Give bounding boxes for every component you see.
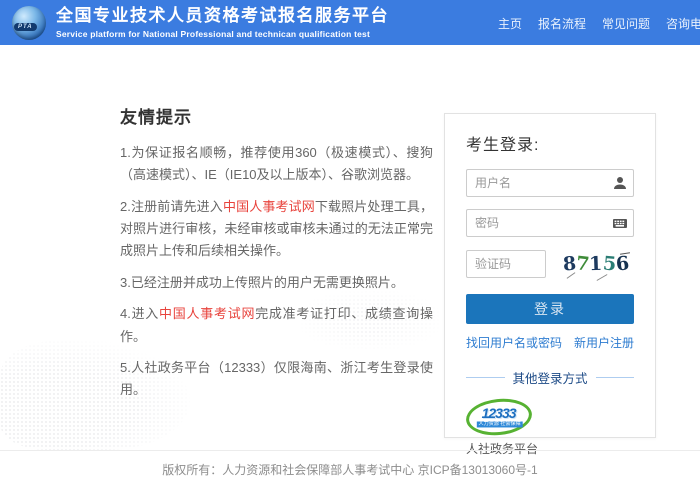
nav-home[interactable]: 主页 bbox=[498, 15, 522, 32]
captcha-noise bbox=[597, 274, 608, 281]
tip-text: 1.为保证报名顺畅，推荐使用360（极速模式）、搜狗（高速模式）、IE（IE10… bbox=[120, 145, 433, 182]
tip-item-1: 1.为保证报名顺畅，推荐使用360（极速模式）、搜狗（高速模式）、IE（IE10… bbox=[120, 142, 433, 187]
password-field-wrap bbox=[466, 209, 634, 237]
login-button[interactable]: 登录 bbox=[466, 294, 634, 324]
captcha-image[interactable]: 8 7 1 5 6 bbox=[558, 249, 634, 279]
username-input[interactable] bbox=[466, 169, 634, 197]
captcha-row: 8 7 1 5 6 bbox=[466, 249, 634, 279]
captcha-digit: 6 bbox=[615, 254, 630, 274]
page-subtitle: Service platform for National Profession… bbox=[56, 29, 389, 39]
tip-item-4: 4.进入中国人事考试网完成准考证打印、成绩查询操作。 bbox=[120, 303, 433, 348]
tip-text: 4.进入 bbox=[120, 306, 159, 321]
tip-item-3: 3.已经注册并成功上传照片的用户无需更换照片。 bbox=[120, 272, 433, 294]
tips-section: 友情提示 1.为保证报名顺畅，推荐使用360（极速模式）、搜狗（高速模式）、IE… bbox=[120, 103, 433, 411]
other-login-divider: 其他登录方式 bbox=[466, 368, 634, 387]
tips-title: 友情提示 bbox=[120, 103, 433, 128]
password-input[interactable] bbox=[466, 209, 634, 237]
divider-line bbox=[466, 377, 505, 378]
login-links: 找回用户名或密码 新用户注册 bbox=[466, 334, 634, 351]
page: PTA 全国专业技术人员资格考试报名服务平台 Service platform … bbox=[0, 0, 700, 491]
tip-item-2: 2.注册前请先进入中国人事考试网下载照片处理工具，对照片进行审核，未经审核或审核… bbox=[120, 196, 433, 263]
nav-faq[interactable]: 常见问题 bbox=[602, 15, 650, 32]
forgot-credentials-link[interactable]: 找回用户名或密码 bbox=[466, 334, 562, 351]
login-card: 考生登录: 8 7 1 5 6 登录 bbox=[444, 113, 656, 438]
logo-12333-banner: 人力资源 社会保障 bbox=[477, 421, 523, 427]
cpta-website-link[interactable]: 中国人事考试网 bbox=[223, 199, 315, 214]
header-titles: 全国专业技术人员资格考试报名服务平台 Service platform for … bbox=[56, 6, 389, 38]
tip-text: 3.已经注册并成功上传照片的用户无需更换照片。 bbox=[120, 275, 404, 290]
new-user-register-link[interactable]: 新用户注册 bbox=[574, 334, 634, 351]
footer-divider bbox=[0, 450, 700, 451]
app-header: PTA 全国专业技术人员资格考试报名服务平台 Service platform … bbox=[0, 0, 700, 45]
tip-item-5: 5.人社政务平台（12333）仅限海南、浙江考生登录使用。 bbox=[120, 357, 433, 402]
username-field-wrap bbox=[466, 169, 634, 197]
hr-gov-12333-login[interactable]: 12333 人力资源 社会保障 bbox=[466, 399, 536, 435]
tip-text: 5.人社政务平台（12333）仅限海南、浙江考生登录使用。 bbox=[120, 360, 433, 397]
logo-12333-icon: 12333 人力资源 社会保障 bbox=[464, 396, 533, 439]
captcha-input[interactable] bbox=[466, 250, 546, 278]
copyright-text: 版权所有：人力资源和社会保障部人事考试中心 京ICP备13013060号-1 bbox=[162, 463, 537, 477]
logo-12333-number: 12333 bbox=[482, 406, 516, 420]
platform-logo: PTA bbox=[12, 6, 46, 40]
footer: 版权所有：人力资源和社会保障部人事考试中心 京ICP备13013060号-1 bbox=[0, 461, 700, 478]
hr-gov-platform-label: 人社政务平台 bbox=[466, 440, 634, 457]
keyboard-icon bbox=[612, 215, 628, 231]
login-title: 考生登录: bbox=[466, 131, 634, 155]
other-login-label: 其他登录方式 bbox=[513, 368, 588, 387]
user-icon bbox=[612, 175, 628, 191]
tip-text: 2.注册前请先进入 bbox=[120, 199, 223, 214]
captcha-digit: 1 bbox=[589, 254, 603, 273]
top-nav: 主页 报名流程 常见问题 咨询电话 bbox=[498, 15, 700, 32]
page-title: 全国专业技术人员资格考试报名服务平台 bbox=[56, 6, 389, 26]
nav-registration-process[interactable]: 报名流程 bbox=[538, 15, 586, 32]
logo-text: PTA bbox=[14, 23, 37, 31]
nav-consult-phone[interactable]: 咨询电话 bbox=[666, 15, 700, 32]
divider-line bbox=[596, 377, 635, 378]
cpta-website-link[interactable]: 中国人事考试网 bbox=[159, 306, 255, 321]
